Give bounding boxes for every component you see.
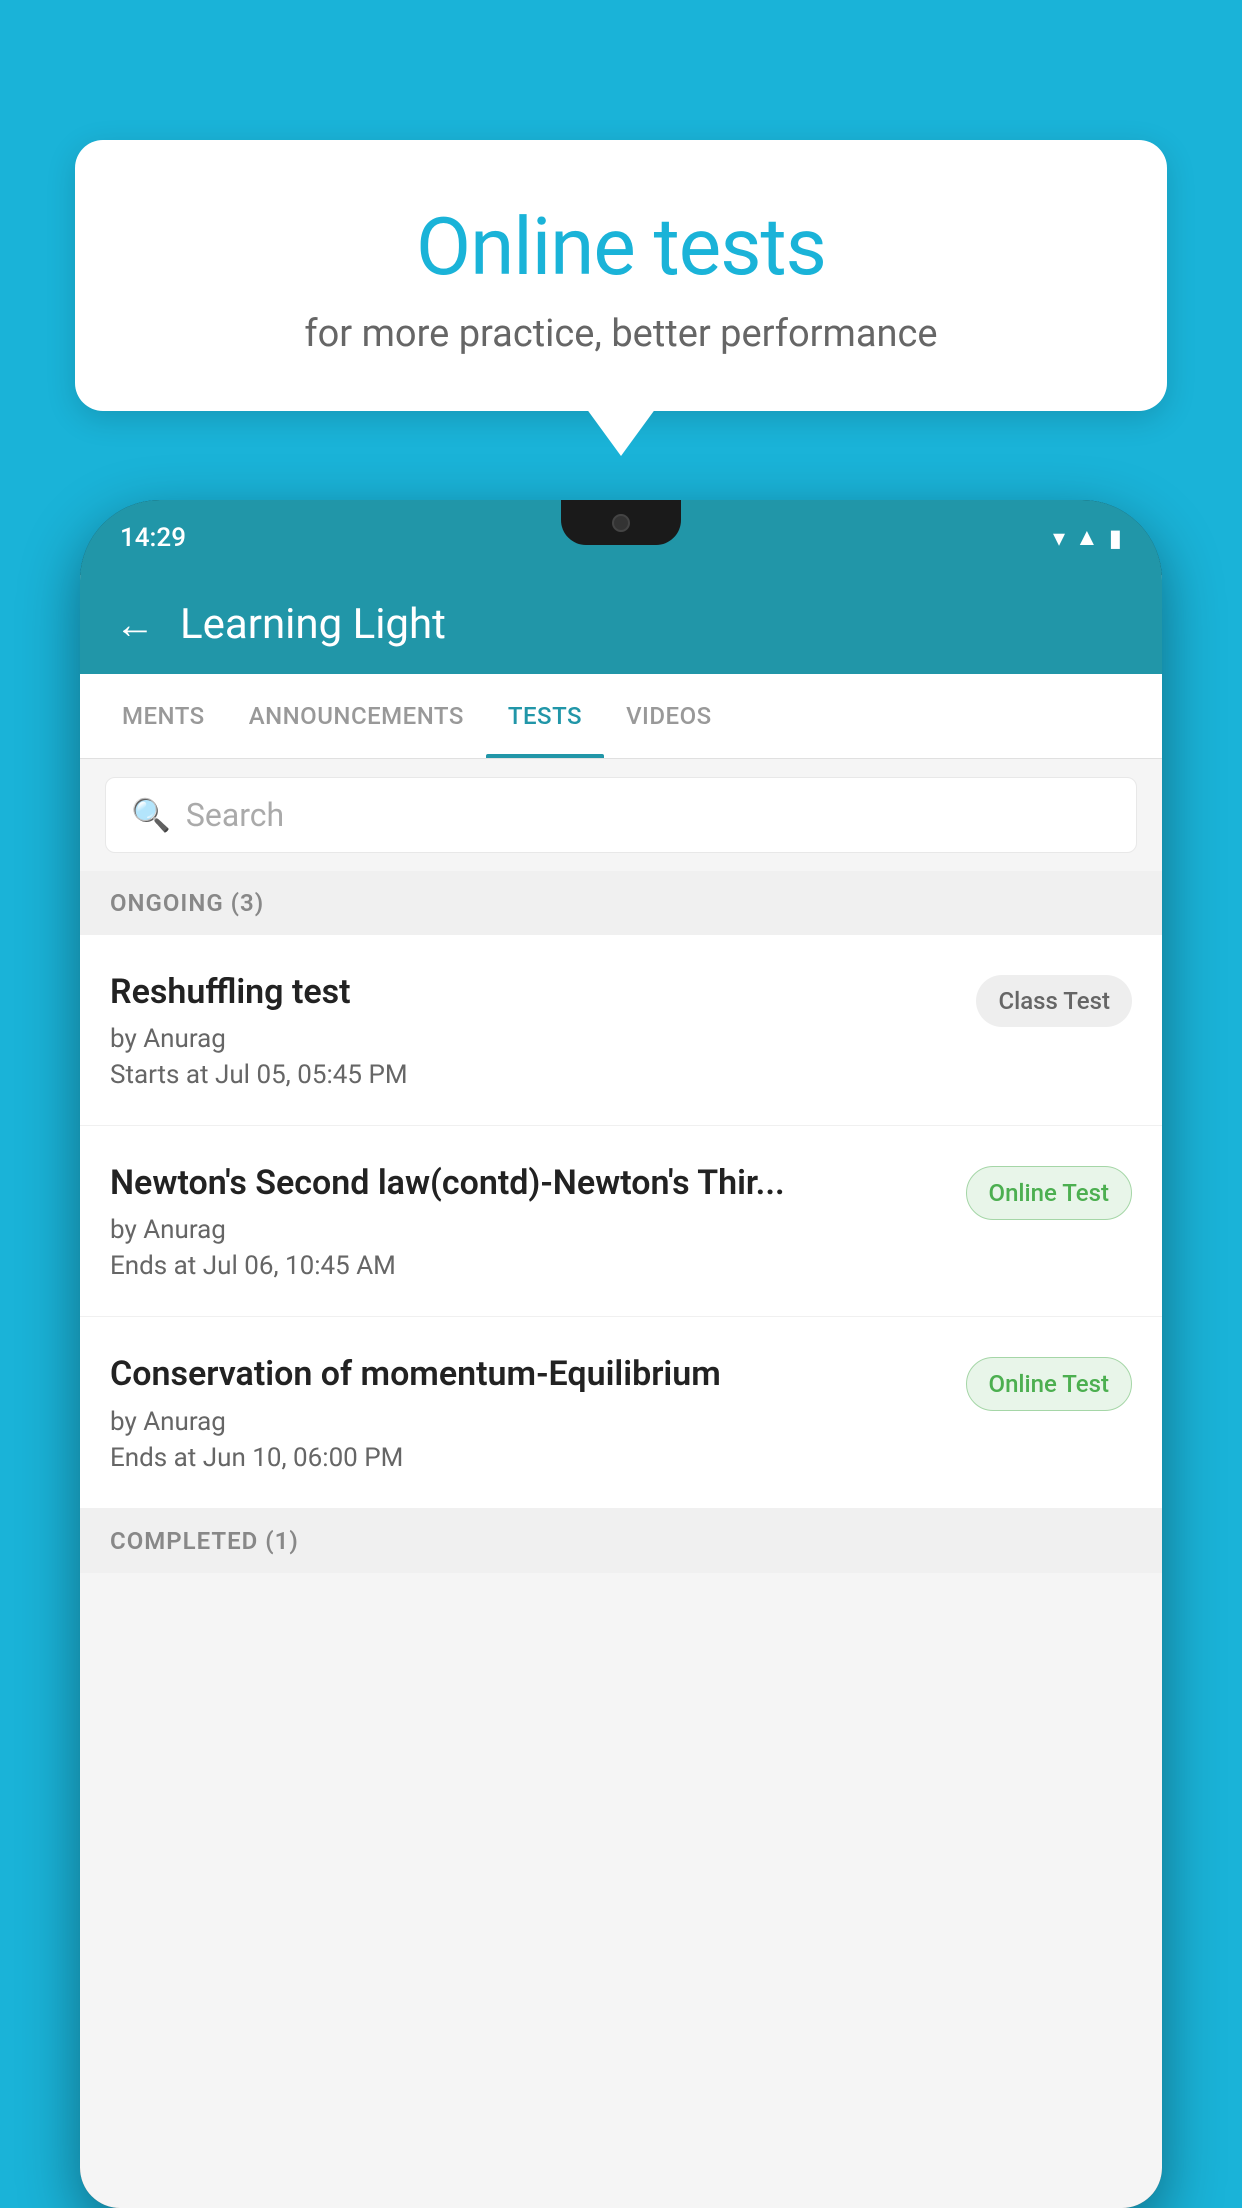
promo-title: Online tests (125, 200, 1117, 294)
test-info-3: Conservation of momentum-Equilibrium by … (110, 1352, 946, 1472)
test-badge-2: Online Test (966, 1166, 1132, 1220)
test-item-2[interactable]: Newton's Second law(contd)-Newton's Thir… (80, 1126, 1162, 1317)
tab-ments[interactable]: MENTS (100, 674, 227, 758)
ongoing-section-header: ONGOING (3) (80, 871, 1162, 935)
test-author-2: by Anurag (110, 1215, 946, 1245)
test-info-2: Newton's Second law(contd)-Newton's Thir… (110, 1161, 946, 1281)
tabs-bar: MENTS ANNOUNCEMENTS TESTS VIDEOS (80, 674, 1162, 759)
tab-tests[interactable]: TESTS (486, 674, 604, 758)
test-date-2: Ends at Jul 06, 10:45 AM (110, 1251, 946, 1281)
status-icons: ▾ ▲ ▮ (1053, 523, 1122, 552)
test-name-1: Reshuffling test (110, 970, 956, 1014)
test-info-1: Reshuffling test by Anurag Starts at Jul… (110, 970, 956, 1090)
status-time: 14:29 (120, 523, 186, 553)
app-title: Learning Light (180, 600, 446, 649)
completed-section-header: COMPLETED (1) (80, 1509, 1162, 1573)
promo-card: Online tests for more practice, better p… (75, 140, 1167, 411)
test-date-3: Ends at Jun 10, 06:00 PM (110, 1443, 946, 1473)
test-list: Reshuffling test by Anurag Starts at Jul… (80, 935, 1162, 1509)
search-placeholder: Search (186, 796, 284, 834)
phone-screen: ← Learning Light MENTS ANNOUNCEMENTS TES… (80, 575, 1162, 2208)
phone-mockup: 14:29 ▾ ▲ ▮ ← Learning Light MENTS ANNOU… (80, 500, 1162, 2208)
signal-icon: ▲ (1075, 523, 1099, 552)
test-item-1[interactable]: Reshuffling test by Anurag Starts at Jul… (80, 935, 1162, 1126)
tab-announcements[interactable]: ANNOUNCEMENTS (227, 674, 486, 758)
test-badge-1: Class Test (976, 975, 1132, 1027)
battery-icon: ▮ (1109, 524, 1122, 552)
test-item-3[interactable]: Conservation of momentum-Equilibrium by … (80, 1317, 1162, 1508)
phone-notch (561, 500, 681, 545)
test-badge-3: Online Test (966, 1357, 1132, 1411)
test-author-3: by Anurag (110, 1407, 946, 1437)
test-date-1: Starts at Jul 05, 05:45 PM (110, 1060, 956, 1090)
promo-subtitle: for more practice, better performance (125, 312, 1117, 356)
status-bar: 14:29 ▾ ▲ ▮ (80, 500, 1162, 575)
test-name-2: Newton's Second law(contd)-Newton's Thir… (110, 1161, 946, 1205)
camera-dot (612, 514, 630, 532)
search-bar[interactable]: 🔍 Search (105, 777, 1137, 853)
back-button[interactable]: ← (115, 601, 155, 648)
test-author-1: by Anurag (110, 1024, 956, 1054)
search-icon: 🔍 (131, 796, 171, 834)
search-container: 🔍 Search (80, 759, 1162, 871)
tab-videos[interactable]: VIDEOS (604, 674, 734, 758)
app-header: ← Learning Light (80, 575, 1162, 674)
wifi-icon: ▾ (1053, 524, 1065, 552)
test-name-3: Conservation of momentum-Equilibrium (110, 1352, 946, 1396)
